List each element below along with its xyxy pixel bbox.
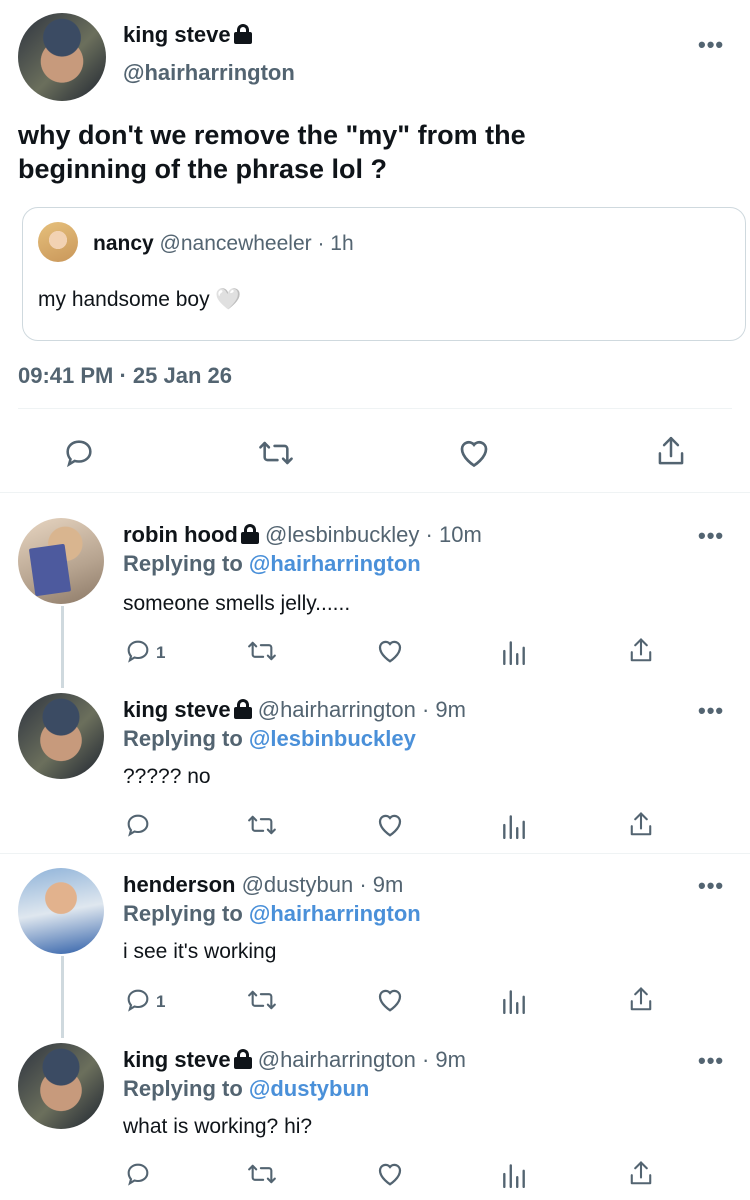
like-icon[interactable]	[375, 636, 405, 664]
more-options-icon[interactable]: •••	[698, 32, 724, 58]
retweet-icon[interactable]	[257, 436, 295, 470]
reply-text: ????? no	[123, 765, 211, 788]
replying-to: Replying to @lesbinbuckley	[123, 726, 416, 752]
reply-avatar[interactable]	[18, 518, 104, 604]
like-icon[interactable]	[456, 435, 492, 469]
reply-author-name[interactable]: robin hood	[123, 522, 238, 547]
reply-count: 1	[156, 992, 166, 1011]
like-icon[interactable]	[375, 810, 405, 838]
reply-avatar[interactable]	[18, 868, 104, 954]
quoted-author-handle: @nancewheeler	[159, 232, 312, 255]
reply-time: · 9m	[421, 1047, 466, 1072]
reply-author-handle[interactable]: @lesbinbuckley	[265, 522, 419, 547]
share-icon[interactable]	[627, 636, 655, 666]
reply-header[interactable]: king steve @hairharrington · 9m	[123, 1047, 466, 1073]
replying-to: Replying to @hairharrington	[123, 551, 421, 577]
author-name-row[interactable]: king steve	[123, 22, 252, 48]
reply-header[interactable]: robin hood @lesbinbuckley · 10m	[123, 522, 482, 548]
more-options-icon[interactable]: •••	[698, 523, 724, 549]
retweet-icon[interactable]	[245, 986, 279, 1014]
more-options-icon[interactable]: •••	[698, 698, 724, 724]
thread-line	[61, 606, 64, 688]
analytics-icon[interactable]	[501, 986, 527, 1014]
lock-icon	[233, 1049, 252, 1069]
reply-avatar[interactable]	[18, 1043, 104, 1129]
divider	[0, 853, 750, 854]
share-icon[interactable]	[654, 434, 688, 470]
share-icon[interactable]	[627, 985, 655, 1015]
replying-to-mention[interactable]: @hairharrington	[249, 551, 421, 576]
replying-to-mention[interactable]: @dustybun	[249, 1076, 369, 1101]
divider	[0, 492, 750, 493]
reply-author-name[interactable]: king steve	[123, 697, 231, 722]
reply-text: what is working? hi?	[123, 1115, 313, 1138]
retweet-icon[interactable]	[245, 811, 279, 839]
like-icon[interactable]	[375, 985, 405, 1013]
replying-to-prefix: Replying to	[123, 901, 243, 926]
author-handle[interactable]: @hairharrington	[123, 60, 295, 86]
analytics-icon[interactable]	[501, 1160, 527, 1188]
quoted-author-name: nancy	[93, 232, 154, 255]
share-icon[interactable]	[627, 810, 655, 840]
share-icon[interactable]	[627, 1159, 655, 1189]
reply-header[interactable]: henderson @dustybun · 9m	[123, 872, 403, 898]
quoted-text: my handsome boy 🤍	[38, 288, 242, 311]
lock-icon	[240, 524, 259, 544]
more-options-icon[interactable]: •••	[698, 1048, 724, 1074]
reply-time: · 9m	[359, 872, 404, 897]
tweet-timestamp[interactable]: 09:41 PM · 25 Jan 26	[18, 363, 232, 389]
tweet-text-line1: why don't we remove the "my" from the	[18, 120, 526, 150]
reply-avatar[interactable]	[18, 693, 104, 779]
replying-to: Replying to @dustybun	[123, 1076, 369, 1102]
like-icon[interactable]	[375, 1159, 405, 1187]
reply-icon[interactable]	[124, 986, 152, 1014]
reply-author-handle[interactable]: @dustybun	[242, 872, 354, 897]
quoted-tweet[interactable]: nancy @nancewheeler · 1h my handsome boy…	[22, 207, 746, 341]
replying-to-mention[interactable]: @lesbinbuckley	[249, 726, 416, 751]
reply-icon[interactable]	[62, 436, 96, 470]
reply-count: 1	[156, 643, 166, 662]
reply-author-name[interactable]: king steve	[123, 1047, 231, 1072]
lock-icon	[233, 24, 252, 44]
reply-text: someone smells jelly......	[123, 592, 351, 615]
reply-time: · 10m	[425, 522, 482, 547]
author-avatar[interactable]	[18, 13, 106, 101]
reply-icon[interactable]	[124, 1160, 152, 1188]
tweet-text-line2: beginning of the phrase lol ?	[18, 154, 387, 184]
reply-icon[interactable]	[124, 637, 152, 665]
more-options-icon[interactable]: •••	[698, 873, 724, 899]
divider	[18, 408, 732, 409]
analytics-icon[interactable]	[501, 811, 527, 839]
replying-to-prefix: Replying to	[123, 551, 243, 576]
quoted-time: · 1h	[317, 232, 354, 255]
reply-icon[interactable]	[124, 811, 152, 839]
reply-author-handle[interactable]: @hairharrington	[258, 697, 416, 722]
replying-to-prefix: Replying to	[123, 1076, 243, 1101]
reply-author-handle[interactable]: @hairharrington	[258, 1047, 416, 1072]
replying-to-mention[interactable]: @hairharrington	[249, 901, 421, 926]
author-name[interactable]: king steve	[123, 22, 231, 47]
replying-to: Replying to @hairharrington	[123, 901, 421, 927]
reply-author-name[interactable]: henderson	[123, 872, 235, 897]
thread-line	[61, 956, 64, 1038]
replying-to-prefix: Replying to	[123, 726, 243, 751]
analytics-icon[interactable]	[501, 637, 527, 665]
quoted-avatar	[38, 222, 78, 262]
retweet-icon[interactable]	[245, 637, 279, 665]
lock-icon	[233, 699, 252, 719]
retweet-icon[interactable]	[245, 1160, 279, 1188]
reply-time: · 9m	[421, 697, 466, 722]
reply-header[interactable]: king steve @hairharrington · 9m	[123, 697, 466, 723]
reply-text: i see it's working	[123, 940, 277, 963]
